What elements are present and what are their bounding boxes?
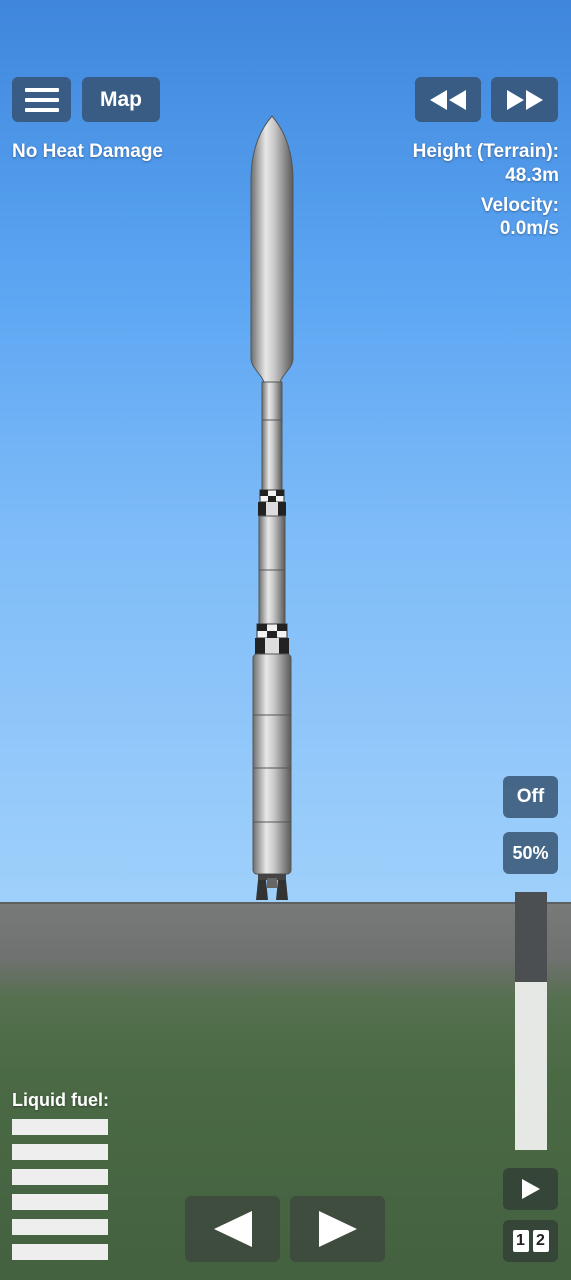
height-value: 48.3m xyxy=(505,165,559,186)
fuel-bar xyxy=(12,1219,108,1235)
rewind-button[interactable] xyxy=(415,77,481,122)
fast-forward-button[interactable] xyxy=(491,77,558,122)
play-button[interactable] xyxy=(503,1168,558,1210)
stage-digit-1: 1 xyxy=(512,1230,529,1252)
rotate-right-button[interactable] xyxy=(290,1196,385,1262)
play-icon xyxy=(521,1179,540,1199)
rocket xyxy=(250,115,294,900)
velocity-label: Velocity: xyxy=(480,195,559,216)
velocity-value: 0.0m/s xyxy=(499,218,559,239)
throttle-slider-fill xyxy=(515,892,547,982)
throttle-percent-label: 50% xyxy=(503,832,558,874)
fuel-bar xyxy=(12,1169,108,1185)
fuel-bar xyxy=(12,1244,108,1260)
engine-toggle-button[interactable]: Off xyxy=(503,776,558,818)
height-label: Height (Terrain): xyxy=(412,141,559,162)
stage-selector[interactable]: 1 2 xyxy=(503,1220,558,1262)
throttle-slider[interactable] xyxy=(515,892,547,1150)
rotate-left-arrow-icon xyxy=(213,1211,252,1247)
fuel-label: Liquid fuel: xyxy=(12,1090,109,1110)
rocket-upper-stage xyxy=(261,381,283,491)
fuel-bar xyxy=(12,1194,108,1210)
rocket-nose-cone xyxy=(250,115,294,383)
rotate-left-button[interactable] xyxy=(185,1196,280,1262)
heat-status: No Heat Damage xyxy=(12,141,163,162)
rotate-right-arrow-icon xyxy=(318,1211,357,1247)
menu-button[interactable] xyxy=(12,77,71,122)
stage-digit-2: 2 xyxy=(532,1230,549,1252)
fast-forward-icon xyxy=(506,89,543,110)
fuel-bar xyxy=(12,1144,108,1160)
map-button[interactable]: Map xyxy=(82,77,160,122)
hamburger-menu-icon xyxy=(24,87,59,112)
rocket-lower-stage xyxy=(252,653,292,875)
launch-pad xyxy=(0,902,571,964)
fuel-bar xyxy=(12,1119,108,1135)
rocket-engines xyxy=(256,874,288,900)
rewind-icon xyxy=(430,89,466,110)
